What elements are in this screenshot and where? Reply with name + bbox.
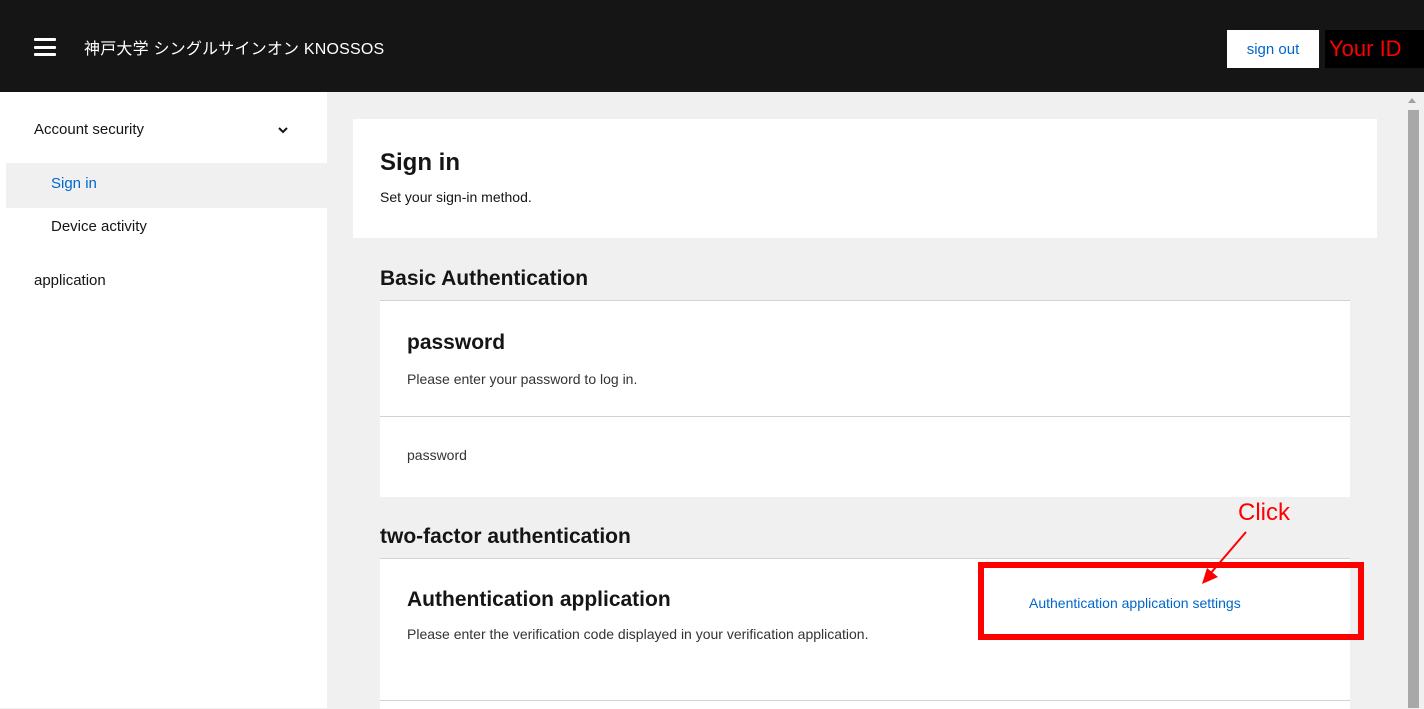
annotation-arrow-icon: [1202, 531, 1247, 584]
sign-out-button[interactable]: sign out: [1227, 30, 1319, 68]
password-row-value: password: [407, 447, 467, 463]
sidebar-item-application[interactable]: application: [34, 272, 106, 289]
page-title: Sign in: [380, 149, 460, 176]
basic-authentication-heading: Basic Authentication: [380, 267, 589, 290]
divider: [380, 416, 1350, 417]
scrollbar-thumb[interactable]: [1408, 110, 1419, 708]
authentication-application-title: Authentication application: [407, 588, 671, 611]
authentication-application-settings-link[interactable]: Authentication application settings: [1029, 595, 1241, 611]
page-header-card: Sign in Set your sign-in method.: [353, 119, 1377, 238]
scroll-up-arrow-icon[interactable]: [1408, 98, 1416, 103]
authentication-application-description: Please enter the verification code displ…: [407, 626, 869, 642]
sidebar: Account security Sign in Device activity…: [0, 92, 327, 708]
chevron-down-icon[interactable]: [278, 125, 288, 135]
click-annotation-label: Click: [1238, 499, 1290, 526]
two-factor-heading: two-factor authentication: [380, 525, 631, 548]
basic-authentication-panel: password Please enter your password to l…: [380, 300, 1350, 497]
divider: [380, 700, 1350, 701]
password-title: password: [407, 331, 506, 354]
page-subtitle: Set your sign-in method.: [380, 189, 532, 205]
app-title: 神戸大学 シングルサインオン KNOSSOS: [84, 41, 385, 58]
sidebar-item-device-activity[interactable]: Device activity: [51, 218, 147, 235]
password-description: Please enter your password to log in.: [407, 371, 638, 387]
sidebar-item-sign-in[interactable]: Sign in: [51, 175, 97, 192]
hamburger-icon[interactable]: [34, 38, 56, 56]
top-header: 神戸大学 シングルサインオン KNOSSOS sign out Your ID: [0, 0, 1424, 92]
sidebar-group-account-security[interactable]: Account security: [34, 121, 144, 138]
your-id-label: Your ID: [1325, 30, 1424, 68]
